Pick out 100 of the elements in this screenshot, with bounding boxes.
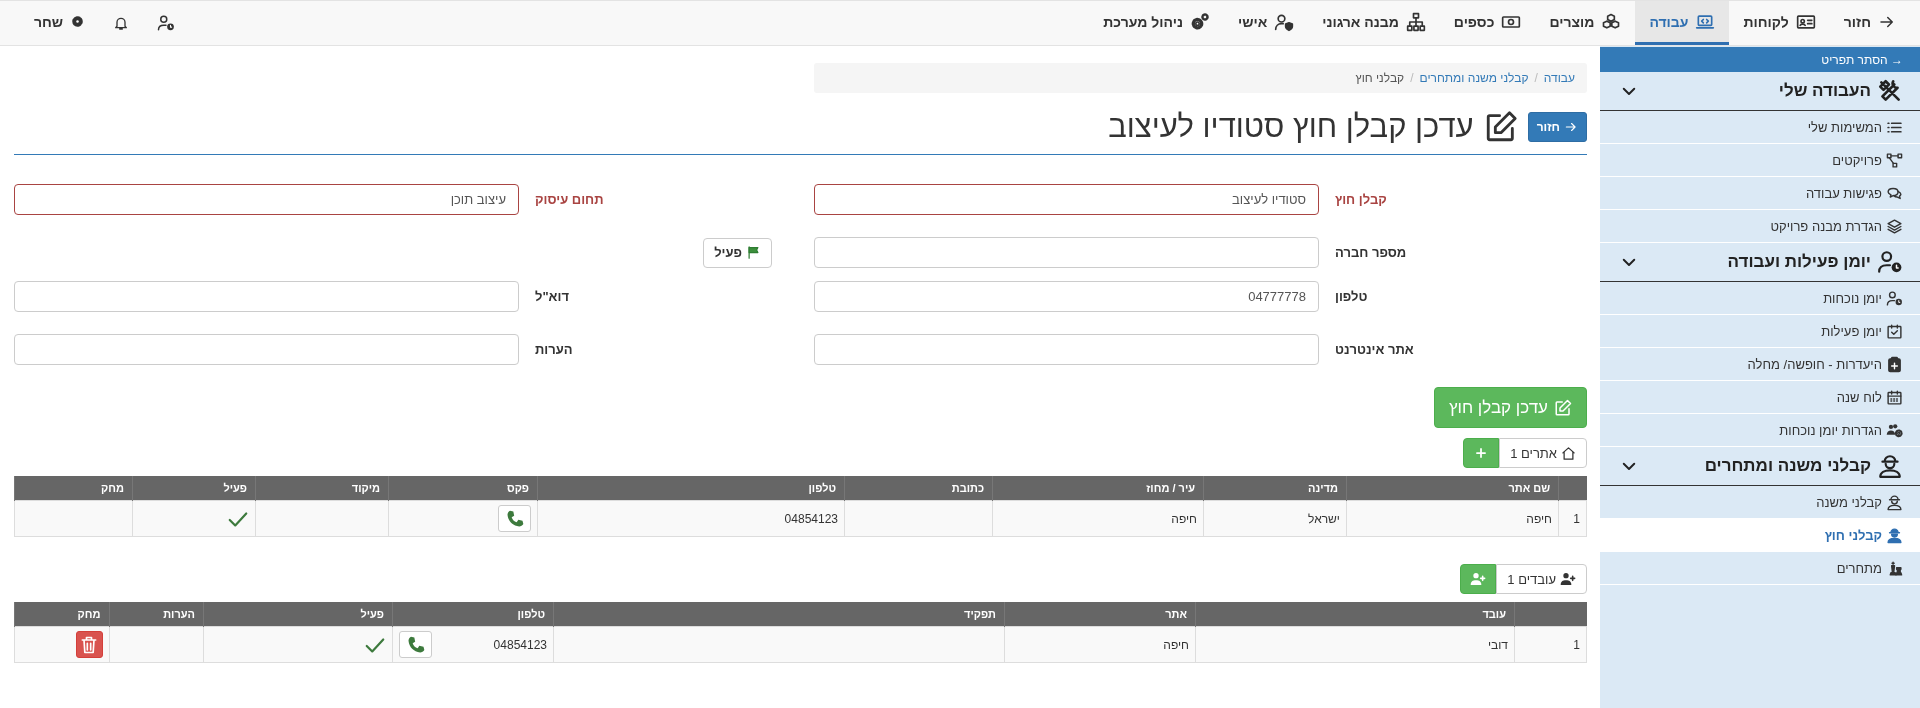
arrow-icon bbox=[1564, 120, 1578, 134]
sidebar-item[interactable]: יומן נוכחות bbox=[1600, 282, 1920, 315]
table-cell: 1 bbox=[1573, 637, 1580, 652]
sidebar-section[interactable]: העבודה שלי bbox=[1600, 72, 1920, 111]
column-header: תפקיד bbox=[964, 608, 996, 620]
field-label: אתר אינטרנט bbox=[1334, 342, 1415, 357]
field-label: דוא"ל bbox=[534, 289, 570, 304]
table-cell: 1 bbox=[1573, 511, 1580, 526]
input-field[interactable]: סטודיו לעיצוב bbox=[814, 184, 1319, 215]
breadcrumb-link[interactable]: עבודה bbox=[1543, 71, 1575, 85]
sidebar-section[interactable]: יומן פעילות ועבודה bbox=[1600, 243, 1920, 282]
nav-tab[interactable]: מבנה ארגוני bbox=[1308, 1, 1440, 45]
user-plus-icon bbox=[1560, 571, 1576, 587]
diagram-icon bbox=[1886, 151, 1903, 169]
worker-icon bbox=[1877, 453, 1903, 479]
trash-icon bbox=[79, 634, 99, 655]
edit-icon bbox=[1554, 398, 1572, 417]
input-field[interactable] bbox=[14, 281, 519, 312]
nav-tab[interactable]: ניהול מערכת bbox=[1089, 1, 1224, 45]
column-header: פקס bbox=[506, 482, 529, 494]
table-cell: חיפה bbox=[1171, 511, 1197, 526]
user-clock-icon bbox=[1886, 289, 1903, 307]
workers-button[interactable]: עובדים 1 bbox=[1496, 564, 1587, 594]
back-link[interactable]: חזור bbox=[1829, 1, 1910, 45]
column-header: מדינה bbox=[1308, 482, 1338, 494]
column-header: כתובת bbox=[951, 482, 984, 494]
table-cell: דובי bbox=[1487, 637, 1508, 652]
nav-tab[interactable]: אישי bbox=[1223, 1, 1309, 45]
column-header: פעיל bbox=[223, 482, 247, 494]
user-menu[interactable]: שחר bbox=[20, 1, 100, 45]
sidebar-item[interactable]: קבלני חוץ bbox=[1600, 519, 1920, 552]
column-header: טלפון bbox=[808, 482, 836, 494]
cubes-icon bbox=[1601, 11, 1622, 32]
field-label: מספר חברה bbox=[1334, 245, 1408, 260]
user-clock-icon bbox=[1877, 249, 1903, 275]
input-field[interactable] bbox=[814, 334, 1319, 365]
sidebar-item[interactable]: פרויקטים bbox=[1600, 144, 1920, 177]
sidebar-item[interactable]: יומן פעילות bbox=[1600, 315, 1920, 348]
page-title: עדכן קבלן חוץ סטודיו לעיצוב bbox=[1108, 109, 1474, 145]
back-button[interactable]: חזור bbox=[1527, 112, 1587, 142]
column-header: עיר / מחוז bbox=[1146, 482, 1195, 494]
flag-icon bbox=[746, 245, 761, 260]
sidebar-item[interactable]: לוח שנה bbox=[1600, 381, 1920, 414]
hide-menu-link[interactable]: → הסתר תפריט bbox=[1600, 47, 1920, 72]
breadcrumb-current: קבלני חוץ bbox=[1355, 71, 1405, 85]
input-field[interactable]: עיצוב תוכן bbox=[14, 184, 519, 215]
breadcrumb-link[interactable]: קבלני משנה ומתחרים bbox=[1419, 71, 1529, 85]
plus-icon bbox=[1474, 446, 1489, 460]
sitemap-icon bbox=[1405, 11, 1426, 32]
bell-icon bbox=[113, 15, 130, 31]
column-header: עובד bbox=[1482, 608, 1506, 620]
field-label: קבלן חוץ bbox=[1334, 192, 1388, 207]
sidebar-item[interactable]: מתחרים bbox=[1600, 552, 1920, 585]
clipboard-plus-icon bbox=[1886, 355, 1903, 373]
table-cell: 04854123 bbox=[784, 511, 838, 526]
column-header: טלפון bbox=[517, 608, 545, 620]
nav-tab[interactable]: לקוחות bbox=[1729, 1, 1830, 45]
calendar-check-icon bbox=[1886, 322, 1903, 340]
user-plus-icon bbox=[1470, 571, 1487, 587]
nav-tab[interactable]: עבודה bbox=[1635, 1, 1730, 45]
field-label: תחום עיסוק bbox=[534, 192, 605, 207]
add-site-button[interactable] bbox=[1463, 438, 1500, 468]
sidebar-item[interactable]: המשימות שלי bbox=[1600, 111, 1920, 144]
worker-icon bbox=[1886, 526, 1903, 544]
table-cell: חיפה bbox=[1526, 511, 1552, 526]
nav-tab[interactable]: מוצרים bbox=[1535, 1, 1636, 45]
column-header: מחק bbox=[77, 608, 101, 620]
sidebar-item[interactable]: הגדרת מבנה פרויקט bbox=[1600, 210, 1920, 243]
sites-button[interactable]: אתרים 1 bbox=[1499, 438, 1587, 468]
column-header: מיקוד bbox=[351, 482, 380, 494]
table-cell: ישראל bbox=[1308, 511, 1340, 526]
call-button[interactable] bbox=[498, 505, 531, 532]
column-header: מחק bbox=[101, 482, 124, 494]
nav-tab[interactable]: כספים bbox=[1439, 1, 1536, 45]
column-header: הערות bbox=[163, 608, 195, 620]
home-icon bbox=[1561, 445, 1576, 461]
delete-button[interactable] bbox=[75, 631, 103, 658]
input-field[interactable] bbox=[14, 334, 519, 365]
calendar-icon bbox=[1886, 388, 1903, 406]
call-button[interactable] bbox=[399, 631, 432, 658]
breadcrumb-separator: / bbox=[1410, 71, 1414, 85]
column-header: אתר bbox=[1165, 608, 1187, 620]
layers-icon bbox=[1886, 217, 1903, 235]
sidebar-item[interactable]: פגישות עבודה bbox=[1600, 177, 1920, 210]
sidebar-item[interactable]: היעדרות - חופשה/ מחלה bbox=[1600, 348, 1920, 381]
add-worker-button[interactable] bbox=[1460, 564, 1497, 594]
active-toggle[interactable]: פעיל bbox=[703, 237, 772, 268]
field-label: הערות bbox=[534, 342, 574, 357]
input-field[interactable]: 04777778 bbox=[814, 281, 1319, 312]
user-clock-icon bbox=[157, 14, 176, 32]
sidebar-section[interactable]: קבלני משנה ומתחרים bbox=[1600, 447, 1920, 486]
column-header: שם אתר bbox=[1508, 482, 1550, 494]
worker-icon bbox=[1886, 493, 1903, 511]
table-cell: חיפה bbox=[1163, 637, 1189, 652]
input-field[interactable] bbox=[814, 237, 1319, 268]
breadcrumb-separator: / bbox=[1534, 71, 1538, 85]
column-header: פעיל bbox=[360, 608, 384, 620]
sidebar-item[interactable]: הגדרות יומן נוכחות bbox=[1600, 414, 1920, 447]
table-cell: 04854123 bbox=[493, 637, 547, 652]
field-label: טלפון bbox=[1334, 289, 1369, 304]
